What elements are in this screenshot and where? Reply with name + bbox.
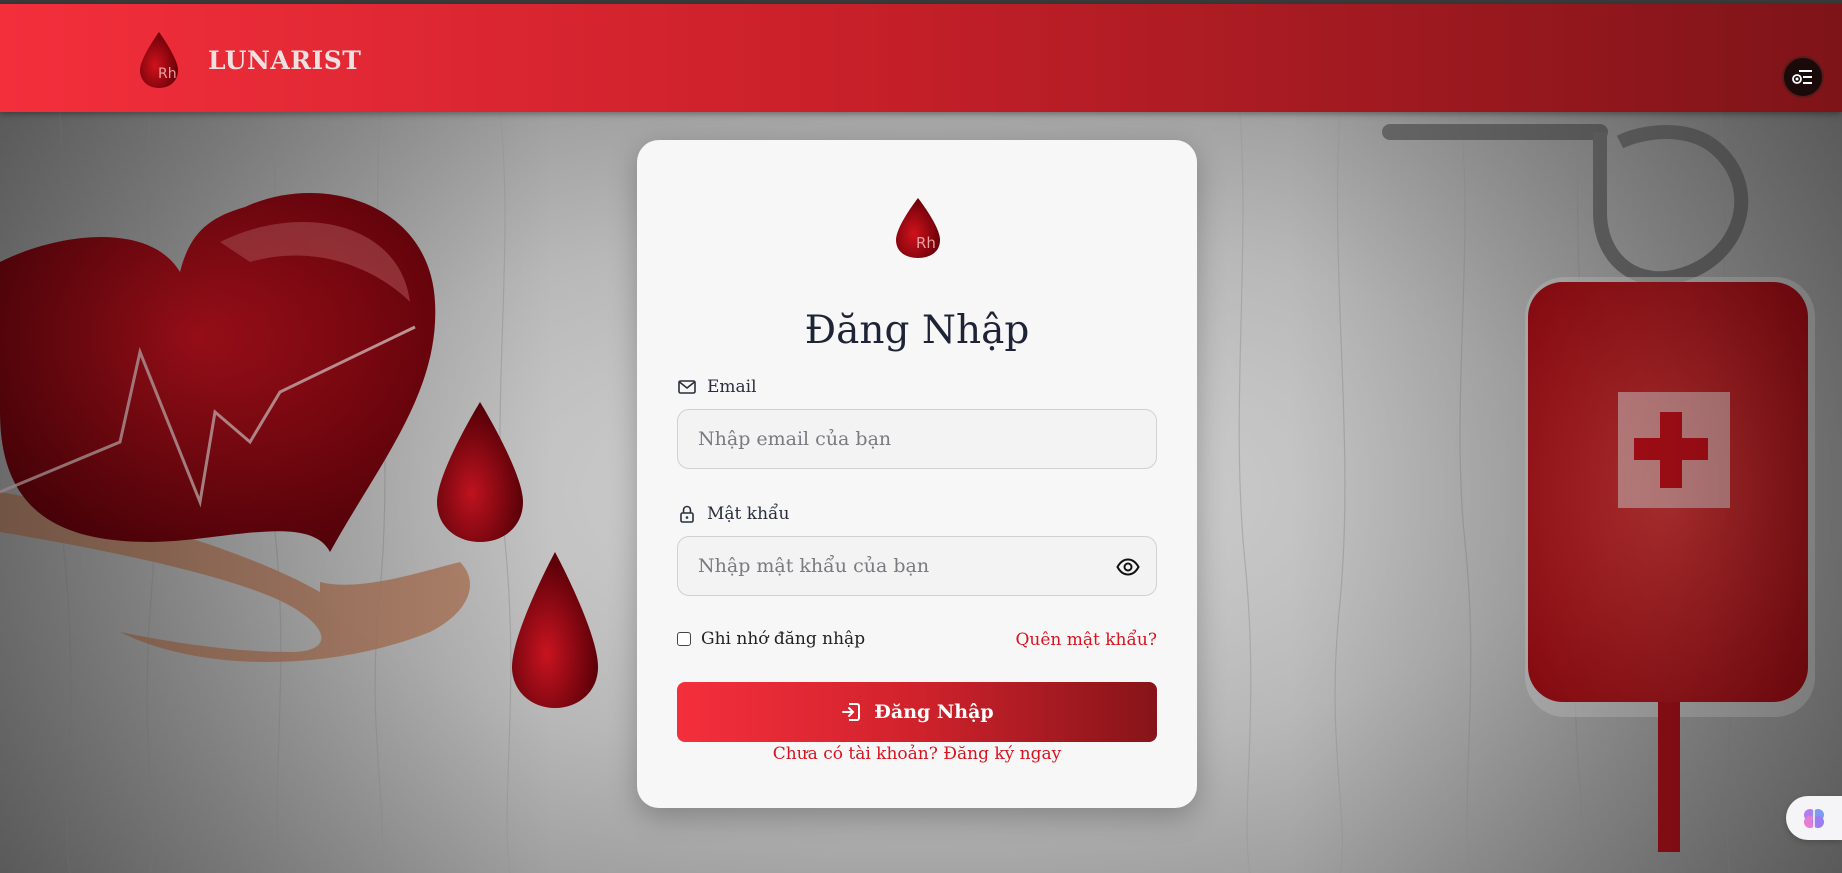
brand-name[interactable]: LUNARIST [208, 46, 361, 75]
page-title: Đăng Nhập [804, 308, 1030, 353]
blood-drop-logo-icon: Rh [896, 198, 940, 258]
email-label: Email [677, 377, 757, 397]
lock-icon [680, 505, 694, 523]
password-label: Mật khẩu [677, 504, 789, 524]
login-button-label: Đăng Nhập [874, 701, 994, 723]
login-button[interactable]: Đăng Nhập [677, 682, 1157, 742]
assistant-widget[interactable] [1786, 796, 1842, 840]
site-header: Rh LUNARIST [0, 4, 1842, 112]
email-label-text: Email [707, 377, 757, 397]
forgot-password-link[interactable]: Quên mật khẩu? [1015, 630, 1157, 650]
blood-drop-logo-icon[interactable]: Rh [136, 30, 182, 90]
brain-icon [1804, 809, 1824, 828]
logo-rh-text: Rh [916, 234, 936, 252]
password-label-text: Mật khẩu [707, 504, 790, 524]
password-field-wrapper [677, 536, 1157, 596]
mail-icon [678, 380, 696, 394]
password-field[interactable] [678, 537, 1156, 595]
email-field[interactable] [678, 410, 1156, 468]
remember-label: Ghi nhớ đăng nhập [701, 629, 866, 649]
user-menu-icon [1792, 70, 1812, 84]
login-card: Rh Đăng Nhập Email Mật khẩu Ghi nhớ đăng… [637, 140, 1197, 808]
user-menu-button[interactable] [1782, 56, 1824, 98]
email-field-wrapper [677, 409, 1157, 469]
logo-rh-text: Rh [158, 66, 177, 82]
remember-checkbox[interactable] [677, 632, 691, 646]
remember-me[interactable]: Ghi nhớ đăng nhập [677, 629, 865, 649]
eye-icon[interactable] [1116, 556, 1140, 578]
login-icon [842, 703, 861, 721]
register-link[interactable]: Chưa có tài khoản? Đăng ký ngay [637, 744, 1197, 764]
